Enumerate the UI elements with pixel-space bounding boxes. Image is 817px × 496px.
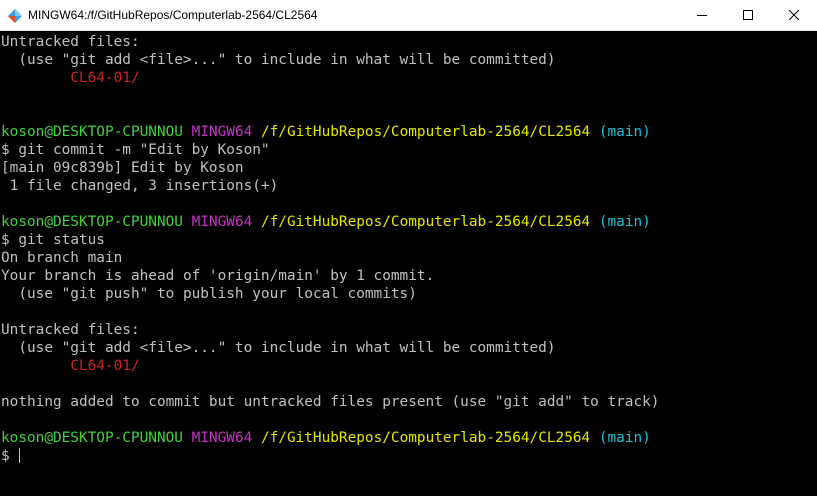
prompt-symbol: $ (1, 142, 10, 158)
command-line: $ git status (1, 231, 817, 249)
prompt-path: /f/GitHubRepos/Computerlab-2564/CL2564 (260, 430, 591, 446)
prompt-path: /f/GitHubRepos/Computerlab-2564/CL2564 (260, 124, 591, 140)
prompt-env: MINGW64 (191, 430, 253, 446)
prompt-line: koson@DESKTOP-CPUNNOU MINGW64 /f/GitHubR… (1, 429, 817, 447)
output-line: [main 09c839b] Edit by Koson (1, 160, 244, 176)
maximize-button[interactable] (725, 0, 771, 31)
prompt-symbol: $ (1, 448, 10, 464)
prompt-branch: (main) (598, 124, 651, 140)
close-icon (789, 10, 799, 20)
terminal-output[interactable]: Untracked files: (use "git add <file>...… (0, 31, 817, 496)
output-line: Untracked files: (1, 34, 140, 50)
command-input-line[interactable]: $ (1, 447, 817, 465)
prompt-symbol: $ (1, 232, 10, 248)
close-button[interactable] (771, 0, 817, 31)
command-text (10, 448, 19, 464)
output-line: nothing added to commit but untracked fi… (1, 394, 660, 410)
minimize-icon (697, 15, 707, 16)
output-line: 1 file changed, 3 insertions(+) (1, 178, 279, 194)
output-line: Untracked files: (1, 322, 140, 338)
window-title: MINGW64:/f/GitHubRepos/Computerlab-2564/… (28, 8, 318, 22)
terminal-window: MINGW64:/f/GitHubRepos/Computerlab-2564/… (0, 0, 817, 496)
command-line: $ git commit -m "Edit by Koson" (1, 141, 817, 159)
git-bash-diamond-icon (8, 8, 22, 23)
text-cursor (19, 448, 21, 463)
prompt-line: koson@DESKTOP-CPUNNOU MINGW64 /f/GitHubR… (1, 123, 817, 141)
output-line: Your branch is ahead of 'origin/main' by… (1, 268, 435, 284)
command-text: git commit -m "Edit by Koson" (9, 142, 270, 158)
output-line: (use "git push" to publish your local co… (1, 286, 417, 302)
prompt-branch: (main) (598, 430, 651, 446)
title-bar[interactable]: MINGW64:/f/GitHubRepos/Computerlab-2564/… (0, 0, 817, 31)
prompt-user-host: koson@DESKTOP-CPUNNOU (1, 214, 183, 230)
prompt-user-host: koson@DESKTOP-CPUNNOU (1, 430, 183, 446)
prompt-branch: (main) (598, 214, 651, 230)
untracked-file-entry: CL64-01/ (1, 70, 140, 86)
output-line: On branch main (1, 250, 123, 266)
prompt-path: /f/GitHubRepos/Computerlab-2564/CL2564 (260, 214, 591, 230)
output-line: (use "git add <file>..." to include in w… (1, 52, 556, 68)
prompt-user-host: koson@DESKTOP-CPUNNOU (1, 124, 183, 140)
output-line: (use "git add <file>..." to include in w… (1, 340, 556, 356)
command-text: git status (9, 232, 105, 248)
prompt-env: MINGW64 (191, 214, 253, 230)
minimize-button[interactable] (679, 0, 725, 31)
maximize-icon (743, 10, 753, 20)
prompt-line: koson@DESKTOP-CPUNNOU MINGW64 /f/GitHubR… (1, 213, 817, 231)
prompt-env: MINGW64 (191, 124, 253, 140)
untracked-file-entry: CL64-01/ (1, 358, 140, 374)
